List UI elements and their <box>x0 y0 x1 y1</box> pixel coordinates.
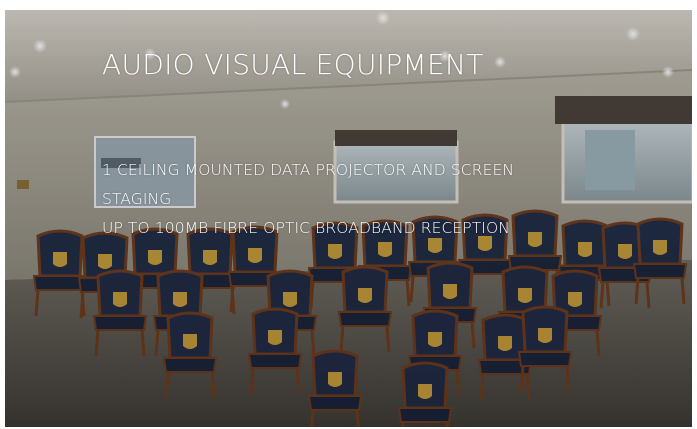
section-title: AUDIO VISUAL EQUIPMENT <box>102 48 484 81</box>
feature-item-staging: STAGING <box>102 190 172 208</box>
hero-banner: AUDIO VISUAL EQUIPMENT 1 CEILING MOUNTED… <box>5 10 692 427</box>
feature-list: 1 CEILING MOUNTED DATA PROJECTOR AND SCR… <box>102 156 514 243</box>
feature-item-projector: 1 CEILING MOUNTED DATA PROJECTOR AND SCR… <box>102 161 515 179</box>
feature-item-broadband: UP TO 100MB FIBRE OPTIC BROADBAND RECEPT… <box>102 219 510 237</box>
